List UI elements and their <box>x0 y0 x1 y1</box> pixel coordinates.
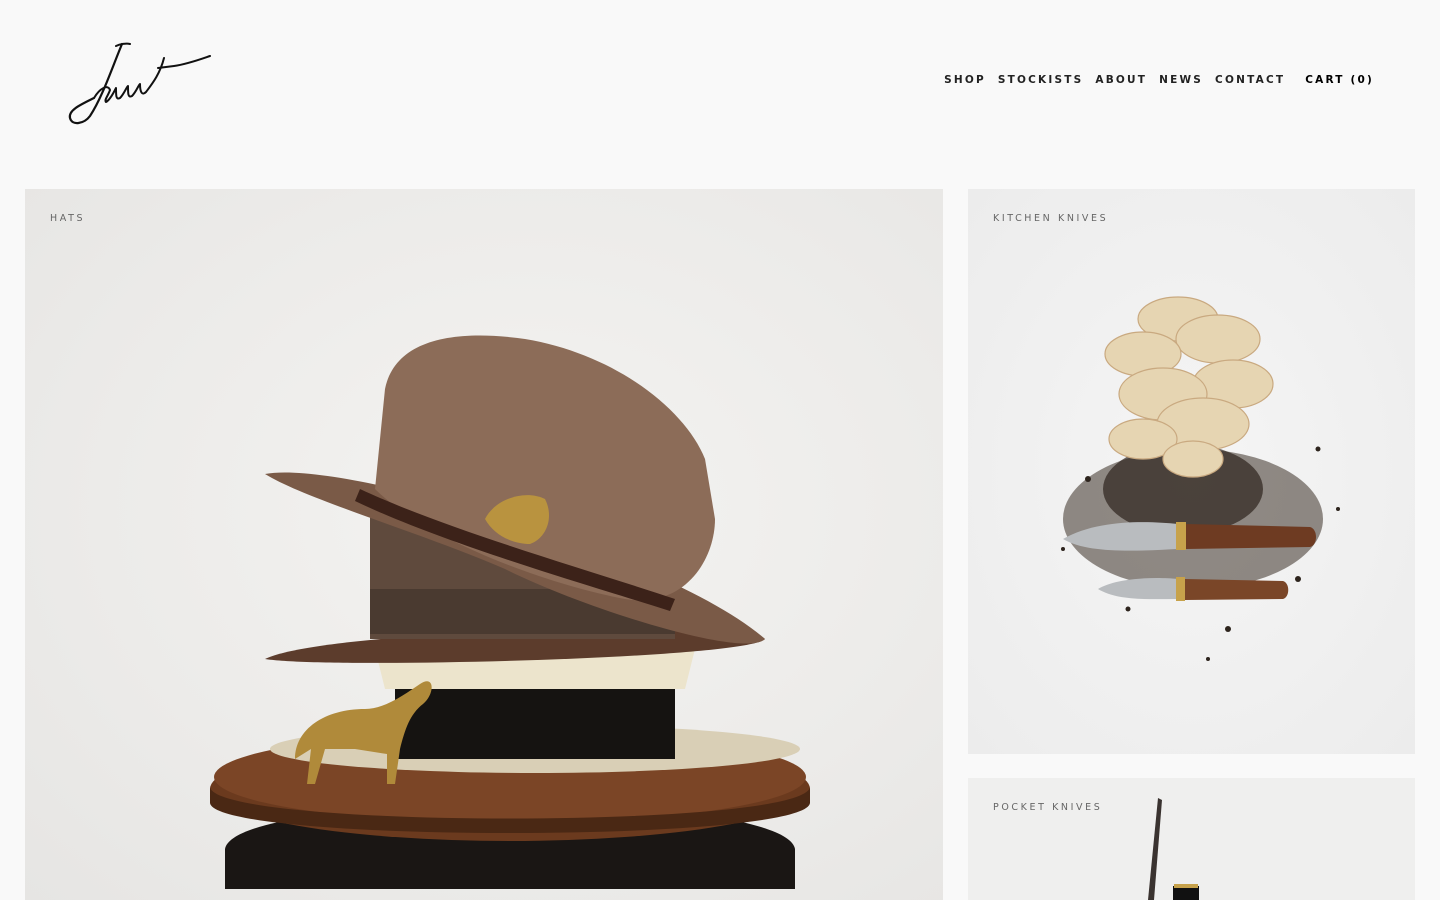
hats-image <box>210 335 810 889</box>
cart-link[interactable]: CART (0) <box>1305 74 1374 86</box>
main-nav: SHOP STOCKISTS ABOUT NEWS CONTACT CART (… <box>932 74 1374 86</box>
tile-kitchen-knives[interactable]: KITCHEN KNIVES <box>968 189 1415 754</box>
tile-hats[interactable]: HATS <box>25 189 943 900</box>
nav-news[interactable]: NEWS <box>1159 74 1203 86</box>
nav-about[interactable]: ABOUT <box>1095 74 1147 86</box>
site-header: SHOP STOCKISTS ABOUT NEWS CONTACT CART (… <box>0 0 1440 160</box>
tile-pocket-knives[interactable]: POCKET KNIVES <box>968 778 1415 900</box>
jaunt-logo[interactable] <box>64 38 214 128</box>
kitchen-knives-image <box>1061 296 1340 661</box>
tile-label-pocket-knives: POCKET KNIVES <box>993 802 1103 813</box>
tile-label-kitchen-knives: KITCHEN KNIVES <box>993 213 1109 224</box>
pocket-knives-image <box>1148 798 1199 900</box>
nav-contact[interactable]: CONTACT <box>1215 74 1285 86</box>
nav-shop[interactable]: SHOP <box>944 74 986 86</box>
nav-stockists[interactable]: STOCKISTS <box>998 74 1084 86</box>
tile-label-hats: HATS <box>50 213 86 224</box>
